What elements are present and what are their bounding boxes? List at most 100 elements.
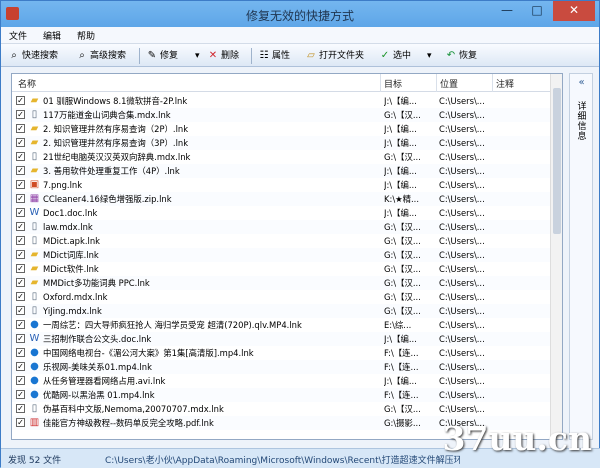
table-row[interactable]: ✓ ● 中国网络电视台-《湄公河大案》第1集[高清版].mp4.lnk F:\【连..…	[12, 346, 552, 360]
row-checkbox[interactable]: ✓	[16, 96, 25, 105]
row-checkbox[interactable]: ✓	[16, 320, 25, 329]
delete-button[interactable]: ✕ 删除	[206, 48, 239, 64]
row-checkbox[interactable]: ✓	[16, 362, 25, 371]
shortcut-name: 2. 知识管理井然有序易查询（3P）.lnk	[43, 138, 189, 148]
collapse-panel-icon[interactable]: «	[574, 77, 589, 89]
menu-help[interactable]: 帮助	[77, 29, 95, 42]
row-checkbox[interactable]: ✓	[16, 264, 25, 273]
shortcut-target: G:\【汉...	[384, 278, 421, 288]
table-row[interactable]: ✓ ● 乐视网-美味关系01.mp4.lnk F:\【连... C:\Users\...	[12, 360, 552, 374]
column-location[interactable]: 位置	[440, 77, 458, 90]
table-row[interactable]: ✓ W 三招制作联合公文头.doc.lnk J:\【编... C:\Users\...	[12, 332, 552, 346]
table-row[interactable]: ✓ ▰ MDict词库.lnk G:\【汉... C:\Users\...	[12, 248, 552, 262]
repair-button[interactable]: ✎ 修复	[145, 48, 178, 64]
delete-label: 删除	[221, 51, 240, 61]
table-row[interactable]: ✓ ▰ MMDict多功能词典 PPC.lnk G:\【汉... C:\Users\..…	[12, 276, 552, 290]
table-row[interactable]: ✓ ● 一周综艺：四大导师疯狂抢人 海归学员受宠 超清(720P).qlv.MP4.…	[12, 318, 552, 332]
row-checkbox[interactable]: ✓	[16, 124, 25, 133]
close-button[interactable]: ✕	[553, 1, 595, 21]
shortcut-location: C:\Users\...	[439, 236, 485, 246]
repair-dropdown[interactable]: ▾	[195, 48, 200, 64]
table-row[interactable]: ✓ ▣ 7.png.lnk J:\【编... C:\Users\...	[12, 178, 552, 192]
folder-icon: ▰	[30, 137, 39, 148]
table-row[interactable]: ✓ ▯ 21世纪电脑英汉汉英双向辞典.mdx.lnk G:\【汉... C:\Users…	[12, 150, 552, 164]
row-checkbox[interactable]: ✓	[16, 306, 25, 315]
table-row[interactable]: ✓ ▯ 伪基百科中文版,Nemoma,20070707.mdx.lnk G:\【汉..…	[12, 402, 552, 416]
table-row[interactable]: ✓ ▰ MDict软件.lnk G:\【汉... C:\Users\...	[12, 262, 552, 276]
row-checkbox[interactable]: ✓	[16, 138, 25, 147]
table-row[interactable]: ✓ ▯ YiJing.mdx.lnk G:\【汉... C:\Users\...	[12, 304, 552, 318]
restore-button[interactable]: ↶ 恢复	[444, 48, 477, 64]
table-row[interactable]: ✓ ● 优酷网-以黑治黑 01.mp4.lnk F:\【连... C:\Users\..…	[12, 388, 552, 402]
advanced-search-button[interactable]: ⌕ 高级搜索	[75, 48, 126, 64]
title-bar[interactable]: 修复无效的快捷方式 — □ ✕	[1, 1, 599, 27]
menu-edit[interactable]: 编辑	[43, 29, 61, 42]
shortcut-name: MDict词库.lnk	[43, 250, 99, 260]
shortcut-location: C:\Users\...	[439, 166, 485, 176]
table-row[interactable]: ✓ ▰ 2. 知识管理井然有序易查询（3P）.lnk J:\【编... C:\Users…	[12, 136, 552, 150]
column-target[interactable]: 目标	[384, 77, 402, 90]
table-row[interactable]: ✓ ▰ 2. 知识管理井然有序易查询（2P）.lnk J:\【编... C:\Users…	[12, 122, 552, 136]
table-row[interactable]: ✓ W Doc1.doc.lnk J:\【编... C:\Users\...	[12, 206, 552, 220]
row-checkbox[interactable]: ✓	[16, 376, 25, 385]
column-notes[interactable]: 注释	[496, 77, 514, 90]
properties-button[interactable]: ☷ 属性	[257, 48, 291, 64]
row-checkbox[interactable]: ✓	[16, 166, 25, 175]
table-row[interactable]: ✓ ▯ law.mdx.lnk G:\【汉... C:\Users\...	[12, 220, 552, 234]
row-checkbox[interactable]: ✓	[16, 222, 25, 231]
row-checkbox[interactable]: ✓	[16, 334, 25, 343]
menu-file[interactable]: 文件	[9, 29, 27, 42]
shortcut-name: MDict.apk.lnk	[43, 236, 100, 246]
row-checkbox[interactable]: ✓	[16, 348, 25, 357]
row-checkbox[interactable]: ✓	[16, 292, 25, 301]
table-row[interactable]: ✓ ▯ MDict.apk.lnk G:\【汉... C:\Users\...	[12, 234, 552, 248]
row-checkbox[interactable]: ✓	[16, 250, 25, 259]
shortcut-name: 从任务管理器看网络占用.avi.lnk	[43, 376, 166, 386]
vertical-scrollbar[interactable]	[550, 74, 562, 439]
shortcut-location: C:\Users\...	[439, 320, 485, 330]
row-checkbox[interactable]: ✓	[16, 404, 25, 413]
table-row[interactable]: ✓ ▦ CCleaner4.16绿色增强版.zip.lnk K:\★精... C:\Us…	[12, 192, 552, 206]
shortcut-list[interactable]: 名称 目标 位置 注释 ✓ ▰ 01 驯服Windows 8.1微软拼音-2P.ln…	[11, 73, 563, 440]
scrollbar-thumb[interactable]	[553, 88, 561, 234]
shortcut-name: 乐视网-美味关系01.mp4.lnk	[43, 362, 152, 372]
shortcut-name: CCleaner4.16绿色增强版.zip.lnk	[43, 194, 172, 204]
doc-icon: ▯	[31, 305, 38, 316]
table-row[interactable]: ✓ ● 从任务管理器看网络占用.avi.lnk J:\【编... C:\Users\..…	[12, 374, 552, 388]
select-dropdown[interactable]: ▾	[427, 48, 432, 64]
row-checkbox[interactable]: ✓	[16, 152, 25, 161]
table-row[interactable]: ✓ ▰ 3. 善用软件处理重复工作（4P）.lnk J:\【编... C:\Users\…	[12, 164, 552, 178]
row-checkbox[interactable]: ✓	[16, 390, 25, 399]
select-button[interactable]: ✓ 选中	[378, 48, 411, 64]
row-checkbox[interactable]: ✓	[16, 236, 25, 245]
row-checkbox[interactable]: ✓	[16, 208, 25, 217]
row-checkbox[interactable]: ✓	[16, 180, 25, 189]
main-window: 修复无效的快捷方式 — □ ✕ 文件 编辑 帮助 ⌕ 快速搜索 ⌕ 高级搜索 ✎ 修复…	[0, 0, 600, 468]
shortcut-name: MDict软件.lnk	[43, 264, 99, 274]
shortcut-name: 21世纪电脑英汉汉英双向辞典.mdx.lnk	[43, 152, 191, 162]
row-checkbox[interactable]: ✓	[16, 278, 25, 287]
table-row[interactable]: ✓ ▯ 117万能道金山词典合集.mdx.lnk G:\【汉... C:\Users\.…	[12, 108, 552, 122]
table-row[interactable]: ✓ ▯ Oxford.mdx.lnk G:\【汉... C:\Users\...	[12, 290, 552, 304]
row-checkbox[interactable]: ✓	[16, 418, 25, 427]
shortcut-name: 7.png.lnk	[43, 180, 83, 190]
shortcut-location: C:\Users\...	[439, 110, 485, 120]
shortcut-name: 中国网络电视台-《湄公河大案》第1集[高清版].mp4.lnk	[43, 348, 254, 358]
search-icon: ⌕	[79, 50, 85, 61]
table-row[interactable]: ✓ ▰ 01 驯服Windows 8.1微软拼音-2P.lnk J:\【编... C:\…	[12, 94, 552, 108]
open-folder-button[interactable]: ▱ 打开文件夹	[304, 48, 364, 64]
shortcut-location: C:\Users\...	[439, 292, 485, 302]
maximize-button[interactable]: □	[523, 1, 551, 21]
row-checkbox[interactable]: ✓	[16, 110, 25, 119]
shortcut-location: C:\Users\...	[439, 390, 485, 400]
folder-icon: ▰	[30, 165, 39, 176]
watermark: 37uu.cn	[442, 419, 592, 458]
minimize-button[interactable]: —	[493, 1, 521, 21]
column-name[interactable]: 名称	[18, 77, 36, 90]
row-checkbox[interactable]: ✓	[16, 194, 25, 203]
shortcut-location: C:\Users\...	[439, 138, 485, 148]
video-icon: ●	[30, 319, 39, 330]
quick-search-button[interactable]: ⌕ 快速搜索	[7, 48, 58, 64]
column-divider	[436, 74, 437, 92]
pdf-icon: ▥	[29, 417, 40, 428]
